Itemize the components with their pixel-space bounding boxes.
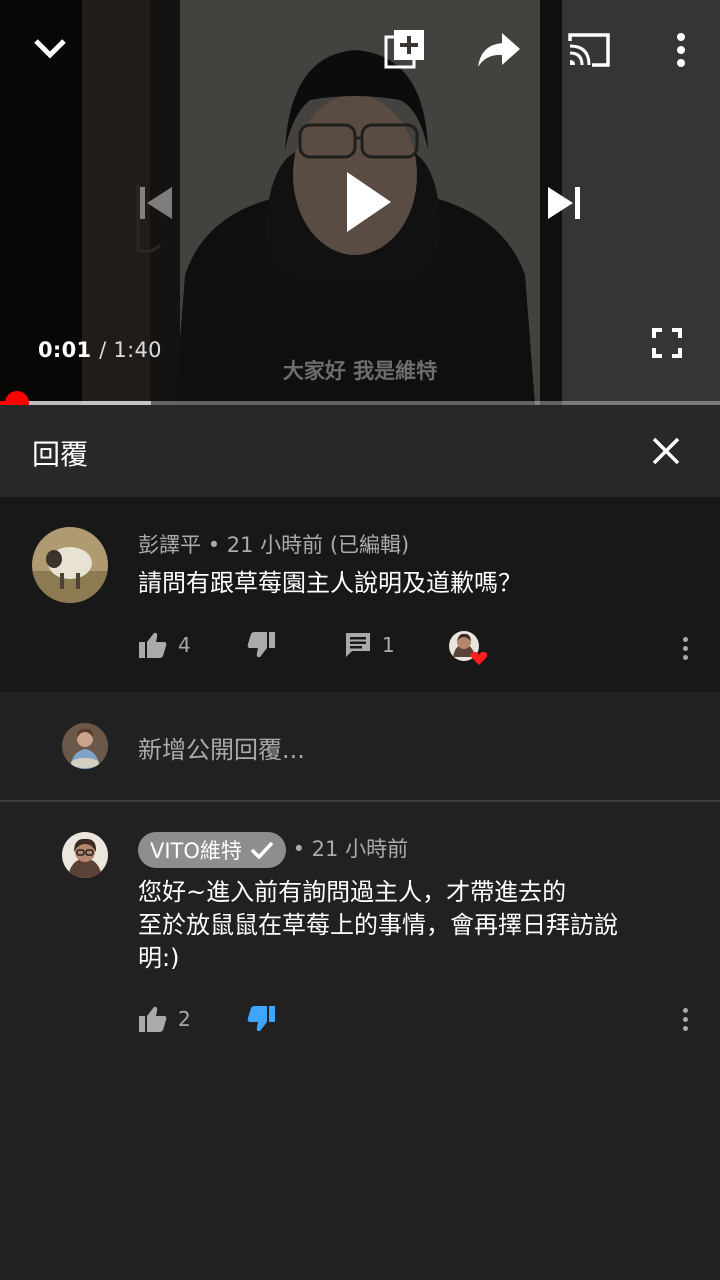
reply-like-button[interactable]: 2 [138, 1005, 191, 1033]
reply-text-line: 明:) [138, 944, 180, 972]
skip-previous-icon [140, 187, 172, 219]
more-vert-icon [677, 33, 685, 67]
thumbs-down-icon [247, 632, 275, 658]
creator-avatar-icon [449, 631, 488, 665]
thumbs-up-icon [139, 632, 167, 658]
reply-time: • 21 小時前 [292, 837, 409, 861]
skip-next-icon [548, 187, 580, 219]
like-count: 4 [178, 633, 191, 657]
avatar[interactable] [32, 527, 108, 603]
reply-more-button[interactable] [673, 1002, 697, 1036]
thumbs-down-icon [247, 1006, 275, 1032]
comment-time: • 21 小時前 (已編輯) [207, 533, 410, 557]
comment-author[interactable]: 彭譯平 [138, 533, 201, 557]
creator-badge[interactable]: VITO維特 [138, 832, 286, 868]
replies-header: 回覆 [0, 405, 720, 498]
comment-icon [346, 633, 370, 657]
fullscreen-icon [652, 328, 682, 358]
parent-comment: 彭譯平 • 21 小時前 (已編輯) 請問有跟草莓園主人說明及道歉嗎？ 4 1 [0, 497, 720, 692]
creator-avatar-image [62, 832, 108, 878]
more-vert-icon [682, 636, 688, 642]
reply-text-line: 至於放鼠鼠在草莓上的事情，會再擇日拜訪說 [138, 911, 618, 939]
like-button[interactable]: 4 [138, 631, 191, 659]
reply-count: 1 [382, 633, 395, 657]
cast-icon [568, 33, 610, 67]
thumbs-up-icon [139, 1006, 167, 1032]
reply-count-button[interactable]: 1 [344, 631, 395, 659]
current-user-avatar [62, 723, 108, 769]
player-more-button[interactable] [664, 28, 698, 72]
verified-check-icon [250, 841, 274, 860]
replies-title: 回覆 [32, 438, 89, 471]
comment-more-button[interactable] [673, 631, 697, 665]
fullscreen-button[interactable] [648, 324, 686, 362]
reply-author: VITO維特 [150, 839, 242, 863]
share-icon [478, 33, 520, 67]
reply-text-line: 您好~進入前有詢問過主人，才帶進去的 [138, 878, 567, 906]
add-reply-row: 新增公開回覆... [0, 692, 720, 802]
reply-text: 您好~進入前有詢問過主人，才帶進去的 至於放鼠鼠在草莓上的事情，會再擇日拜訪說 … [138, 876, 698, 975]
video-caption: 大家好 我是維特 [282, 359, 438, 383]
reply-author-avatar[interactable] [62, 832, 108, 878]
video-player[interactable]: 0:01 / 1:40 大家好 我是維特 [0, 0, 720, 405]
play-button[interactable] [330, 166, 400, 238]
comment-text: 請問有跟草莓園主人說明及道歉嗎？ [138, 569, 522, 597]
more-vert-icon [682, 1007, 688, 1013]
heart-icon [470, 651, 488, 665]
creator-heart-badge [449, 631, 488, 665]
previous-button[interactable] [132, 180, 180, 226]
add-to-playlist-button[interactable] [382, 26, 428, 72]
next-button[interactable] [540, 180, 588, 226]
collapse-button[interactable] [28, 26, 72, 70]
reply-dislike-button[interactable] [246, 1005, 276, 1033]
chevron-down-icon [34, 39, 66, 59]
reply-like-count: 2 [178, 1007, 191, 1031]
dislike-button[interactable] [246, 631, 276, 659]
sheep-avatar-image [32, 527, 108, 603]
user-avatar-image [62, 723, 108, 769]
play-icon [347, 172, 391, 232]
playlist-add-icon [384, 30, 424, 69]
close-icon [652, 437, 680, 465]
close-replies-button[interactable] [648, 433, 684, 469]
cast-button[interactable] [564, 28, 614, 72]
share-button[interactable] [474, 28, 524, 72]
add-reply-input[interactable]: 新增公開回覆... [138, 730, 305, 765]
